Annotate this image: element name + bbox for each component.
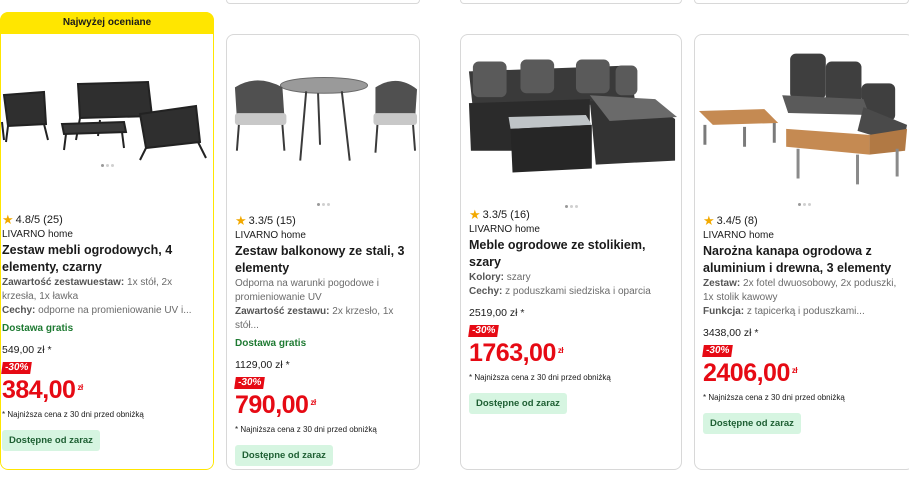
product-card[interactable]: ★ 3.4/5 (8) LIVARNO home Narożna kanapa o…: [694, 34, 909, 470]
product-attribute: Cechy: odporne na promieniowanie UV i...: [2, 305, 192, 316]
brand: LIVARNO home: [235, 230, 306, 241]
product-image[interactable]: [227, 65, 419, 175]
discount-badge: -30%: [702, 345, 734, 357]
rating: ★ 3.3/5 (16): [469, 208, 675, 222]
rating-value: 3.3/5 (15): [248, 215, 296, 227]
brand: LIVARNO home: [703, 230, 774, 241]
lowest-price-note: * Najniższa cena z 30 dni przed obniżką: [469, 373, 611, 382]
previous-card-edge: [460, 0, 682, 4]
lowest-price-note: * Najniższa cena z 30 dni przed obniżką: [235, 425, 377, 434]
old-price: 549,00 zł *: [2, 344, 52, 356]
carousel-dots[interactable]: [227, 203, 419, 206]
rating: ★ 4.8/5 (25): [2, 213, 208, 227]
product-attribute: Cechy: z poduszkami siedziska i oparcia: [469, 286, 651, 297]
availability-badge: Dostępne od zaraz: [235, 445, 333, 466]
price: 790,00 zł: [235, 391, 316, 419]
product-title[interactable]: Zestaw balkonowy ze stali, 3 elementy: [235, 243, 413, 277]
carousel-dots[interactable]: [0, 164, 214, 167]
product-title[interactable]: Narożna kanapa ogrodowa z aluminium i dr…: [703, 243, 899, 277]
availability-badge: Dostępne od zaraz: [703, 413, 801, 434]
rating: ★ 3.3/5 (15): [235, 214, 413, 228]
rating-value: 3.4/5 (8): [716, 215, 758, 227]
free-shipping-label: Dostawa gratis: [235, 338, 307, 349]
price: 384,00 zł: [2, 376, 83, 404]
star-icon: ★: [235, 213, 247, 228]
product-title[interactable]: Meble ogrodowe ze stolikiem, szary: [469, 237, 675, 271]
previous-card-edge: [226, 0, 420, 4]
availability-badge: Dostępne od zaraz: [2, 430, 100, 451]
lowest-price-note: * Najniższa cena z 30 dni przed obniżką: [703, 393, 845, 402]
top-rated-badge: Najwyżej oceniane: [0, 12, 214, 34]
star-icon: ★: [469, 207, 481, 222]
previous-card-edge: [694, 0, 909, 4]
product-title[interactable]: Zestaw mebli ogrodowych, 4 elementy, cza…: [2, 242, 208, 276]
product-card[interactable]: ★ 3.3/5 (16) LIVARNO home Meble ogrodowe …: [460, 34, 682, 470]
product-image[interactable]: [0, 62, 214, 162]
discount-badge: -30%: [468, 325, 500, 337]
product-attribute: Zawartość zestawu: 2x krzesło, 1x stół..…: [235, 306, 394, 331]
carousel-dots[interactable]: [695, 203, 909, 206]
product-attribute: Funkcja: z tapicerką i poduszkami...: [703, 306, 865, 317]
star-icon: ★: [2, 212, 14, 227]
rating-value: 4.8/5 (25): [15, 214, 63, 226]
rating: ★ 3.4/5 (8): [703, 214, 899, 228]
price: 2406,00 zł: [703, 359, 798, 387]
availability-badge: Dostępne od zaraz: [469, 393, 567, 414]
discount-badge: -30%: [234, 377, 266, 389]
discount-badge: -30%: [1, 362, 33, 374]
product-attribute: Kolory: szary: [469, 272, 531, 283]
product-attribute: Zestaw: 2x fotel dwuosobowy, 2x poduszki…: [703, 278, 897, 303]
product-image[interactable]: [695, 45, 909, 190]
brand: LIVARNO home: [469, 224, 540, 235]
product-image[interactable]: [461, 55, 681, 180]
old-price: 1129,00 zł *: [235, 359, 290, 371]
old-price: 2519,00 zł *: [469, 307, 525, 319]
old-price: 3438,00 zł *: [703, 327, 759, 339]
star-icon: ★: [703, 213, 715, 228]
product-card[interactable]: ★ 3.3/5 (15) LIVARNO home Zestaw balkonow…: [226, 34, 420, 470]
rating-value: 3.3/5 (16): [482, 209, 530, 221]
brand: LIVARNO home: [2, 229, 73, 240]
product-attribute: Zawartość zestawuestaw: 1x stół, 2x krze…: [2, 277, 173, 302]
lowest-price-note: * Najniższa cena z 30 dni przed obniżką: [2, 410, 144, 419]
product-description: Odporna na warunki pogodowe i promieniow…: [235, 278, 379, 303]
free-shipping-label: Dostawa gratis: [2, 323, 74, 334]
product-card[interactable]: Najwyżej oceniane ★ 4.8/5 (25) LIVARNO ho…: [0, 12, 214, 470]
price: 1763,00 zł: [469, 339, 564, 367]
